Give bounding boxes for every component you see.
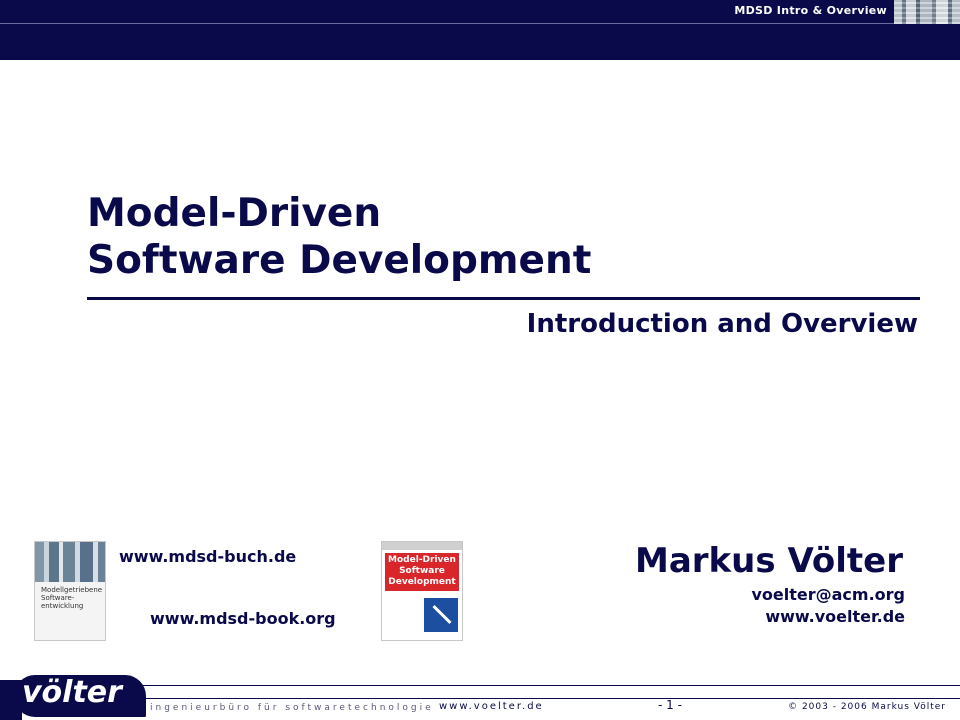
author-email[interactable]: voelter@acm.org [751,585,905,604]
german-book-title: Modellgetriebene Software-entwicklung [41,586,103,610]
logo-text: völter [22,675,122,710]
german-book-cover: Modellgetriebene Software-entwicklung [34,541,106,641]
footer-url[interactable]: www.voelter.de [439,701,544,712]
header-bar: MDSD Intro & Overview [0,0,960,60]
slide-subtitle: Introduction and Overview [526,309,918,339]
german-book-photo [35,542,105,582]
footer-rule [118,685,960,686]
author-name: Markus Völter [635,541,903,581]
copyright: © 2003 - 2006 Markus Völter [788,702,946,712]
english-book-band [382,542,462,550]
english-book-title: Model-Driven Software Development [385,553,459,591]
english-book-cover: Model-Driven Software Development [381,541,463,641]
english-book-link[interactable]: www.mdsd-book.org [150,609,336,628]
german-book-link[interactable]: www.mdsd-buch.de [119,547,296,566]
footer-tagline: ingenieurbüro für softwaretechnologie [150,703,434,713]
header-label: MDSD Intro & Overview [734,4,887,17]
title-line-1: Model-Driven [87,191,382,236]
title-line-2: Software Development [87,238,592,283]
page-number: - 1 - [658,698,682,712]
logo-box [0,680,22,720]
title-rule [87,297,920,300]
header-rule [0,23,895,24]
header-photo [894,0,960,24]
voelter-logo: völter [0,669,148,720]
footer-line [140,698,960,699]
slide-title: Model-Driven Software Development [87,190,591,284]
author-website[interactable]: www.voelter.de [765,607,905,626]
english-book-graphic [424,598,458,632]
